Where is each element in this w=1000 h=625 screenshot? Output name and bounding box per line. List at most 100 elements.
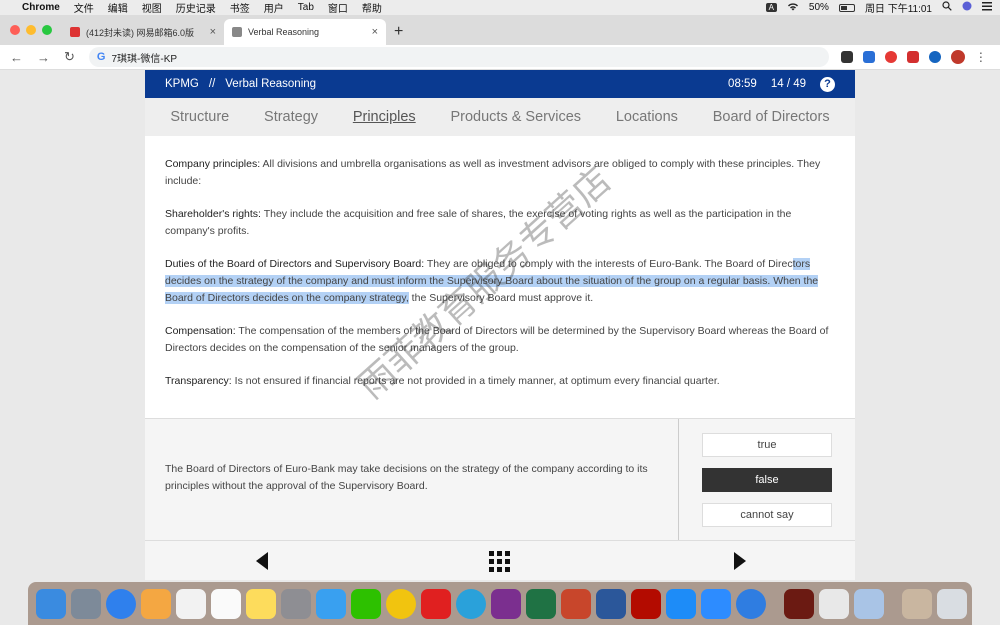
menubar-clock[interactable]: 周日 下午11:01 — [865, 0, 932, 15]
reload-button[interactable]: ↻ — [64, 49, 75, 65]
onenote-icon[interactable] — [491, 588, 521, 619]
preview-icon[interactable] — [854, 588, 884, 619]
test-header: KPMG // Verbal Reasoning 08:59 14 / 49 ? — [145, 70, 855, 98]
help-icon[interactable]: ? — [820, 76, 835, 92]
tab-products-services[interactable]: Products & Services — [450, 109, 581, 125]
question-statement: The Board of Directors of Euro-Bank may … — [165, 463, 648, 492]
paragraph-label: Transparency: — [165, 375, 232, 387]
tab-close-icon[interactable]: × — [372, 26, 378, 38]
wechat-icon[interactable] — [351, 588, 381, 619]
tab-close-icon[interactable]: × — [210, 26, 216, 38]
system-preferences-icon[interactable] — [281, 588, 311, 619]
acrobat-reader-icon[interactable] — [784, 588, 814, 619]
menubar-status-area: A 50% 周日 下午11:01 — [765, 0, 992, 15]
paragraph-label: Shareholder's rights: — [165, 208, 261, 220]
previous-question-icon[interactable] — [256, 552, 268, 570]
answer-cannot-say-button[interactable]: cannot say — [702, 503, 832, 527]
menubar-people[interactable]: 用户 — [264, 0, 284, 15]
app-store-icon[interactable] — [666, 588, 696, 619]
tab-strategy[interactable]: Strategy — [264, 109, 318, 125]
document-icon[interactable] — [819, 588, 849, 619]
extensions-area: ⋮ — [840, 50, 987, 64]
notes-icon[interactable] — [246, 588, 276, 619]
wifi-icon[interactable] — [787, 2, 799, 14]
k-app-icon[interactable] — [736, 588, 766, 619]
powerpoint-icon[interactable] — [561, 588, 591, 619]
word-icon[interactable] — [596, 588, 626, 619]
photos-icon[interactable] — [141, 588, 171, 619]
web-page: KPMG // Verbal Reasoning 08:59 14 / 49 ?… — [0, 70, 1000, 580]
spotlight-search-icon[interactable] — [942, 1, 952, 14]
extension-glasses-icon[interactable] — [840, 51, 853, 63]
notification-center-icon[interactable] — [982, 1, 992, 14]
menubar-help[interactable]: 帮助 — [362, 0, 382, 15]
browser-tab-mail[interactable]: (412封未读) 网易邮箱6.0版 × — [62, 19, 224, 45]
paragraph-company-principles: Company principles: All divisions and um… — [165, 156, 835, 190]
next-question-icon[interactable] — [734, 552, 746, 570]
menubar-bookmarks[interactable]: 书签 — [230, 0, 250, 15]
chrome-menu-icon[interactable]: ⋮ — [975, 50, 987, 64]
extension-new-icon[interactable] — [862, 51, 875, 63]
menubar-window[interactable]: 窗口 — [328, 0, 348, 15]
test-footer — [145, 540, 855, 580]
answer-true-button[interactable]: true — [702, 433, 832, 457]
section-title: Verbal Reasoning — [225, 78, 317, 90]
answer-false-button[interactable]: false — [702, 468, 832, 492]
calendar-icon[interactable] — [176, 588, 206, 619]
question-overview-icon[interactable] — [489, 551, 510, 572]
downloads-stack-icon[interactable] — [902, 588, 932, 619]
brand-name: KPMG — [165, 78, 199, 90]
verbal-reasoning-test: KPMG // Verbal Reasoning 08:59 14 / 49 ?… — [145, 70, 855, 580]
address-text[interactable]: 7琪琪-微信-KP — [111, 50, 177, 65]
tab-locations[interactable]: Locations — [616, 109, 678, 125]
extension-shop-icon[interactable] — [906, 51, 919, 63]
paragraph-text: They are obliged to comply with the inte… — [424, 258, 793, 270]
reminders-icon[interactable] — [211, 588, 241, 619]
siri-icon[interactable] — [962, 1, 972, 14]
launchpad-icon[interactable] — [71, 588, 101, 619]
telegram-icon[interactable] — [456, 588, 486, 619]
timer: 08:59 — [728, 78, 757, 90]
battery-percent: 50% — [808, 2, 829, 13]
new-tab-button[interactable]: + — [394, 19, 403, 45]
menubar-view[interactable]: 视图 — [142, 0, 162, 15]
passage-content: Company principles: All divisions and um… — [145, 136, 855, 418]
chrome-icon[interactable] — [386, 588, 416, 619]
minimize-window-icon[interactable] — [26, 25, 36, 35]
tab-structure[interactable]: Structure — [170, 109, 229, 125]
close-window-icon[interactable] — [10, 25, 20, 35]
paragraph-text: All divisions and umbrella organisations… — [165, 158, 821, 187]
youdao-icon[interactable] — [421, 588, 451, 619]
menubar-file[interactable]: 文件 — [74, 0, 94, 15]
header-separator: // — [208, 78, 216, 90]
trash-icon[interactable] — [937, 588, 967, 619]
extension-shield-icon[interactable] — [884, 51, 897, 63]
forward-button[interactable]: → — [37, 50, 50, 65]
excel-icon[interactable] — [526, 588, 556, 619]
zoom-icon[interactable] — [701, 588, 731, 619]
tab-title: (412封未读) 网易邮箱6.0版 — [86, 27, 195, 38]
browser-tab-verbal-reasoning[interactable]: Verbal Reasoning × — [224, 19, 386, 45]
back-button[interactable]: ← — [10, 50, 23, 65]
address-bar[interactable]: G 7琪琪-微信-KP — [88, 47, 829, 67]
passage-tabs: Structure Strategy Principles Products &… — [145, 98, 855, 136]
finder-icon[interactable] — [36, 588, 66, 619]
battery-icon[interactable] — [838, 3, 855, 12]
zoom-window-icon[interactable] — [42, 25, 52, 35]
menubar-edit[interactable]: 编辑 — [108, 0, 128, 15]
acrobat-icon[interactable] — [631, 588, 661, 619]
paragraph-transparency: Transparency: Is not ensured if financia… — [165, 373, 835, 390]
extension-globe-icon[interactable] — [928, 51, 941, 63]
menubar-history[interactable]: 历史记录 — [176, 0, 216, 15]
paragraph-shareholders-rights: Shareholder's rights: They include the a… — [165, 206, 835, 240]
baidu-netdisk-icon[interactable] — [316, 588, 346, 619]
menubar-tab[interactable]: Tab — [298, 2, 314, 13]
macos-menubar: Chrome 文件 编辑 视图 历史记录 书签 用户 Tab 窗口 帮助 A 5… — [0, 0, 1000, 15]
tab-principles[interactable]: Principles — [353, 109, 416, 125]
safari-icon[interactable] — [106, 588, 136, 619]
tab-board-of-directors[interactable]: Board of Directors — [713, 109, 830, 125]
paragraph-label: Company principles: — [165, 158, 261, 170]
profile-avatar[interactable] — [950, 50, 965, 64]
input-source-icon[interactable]: A — [765, 3, 777, 12]
menubar-app-name[interactable]: Chrome — [22, 2, 60, 13]
